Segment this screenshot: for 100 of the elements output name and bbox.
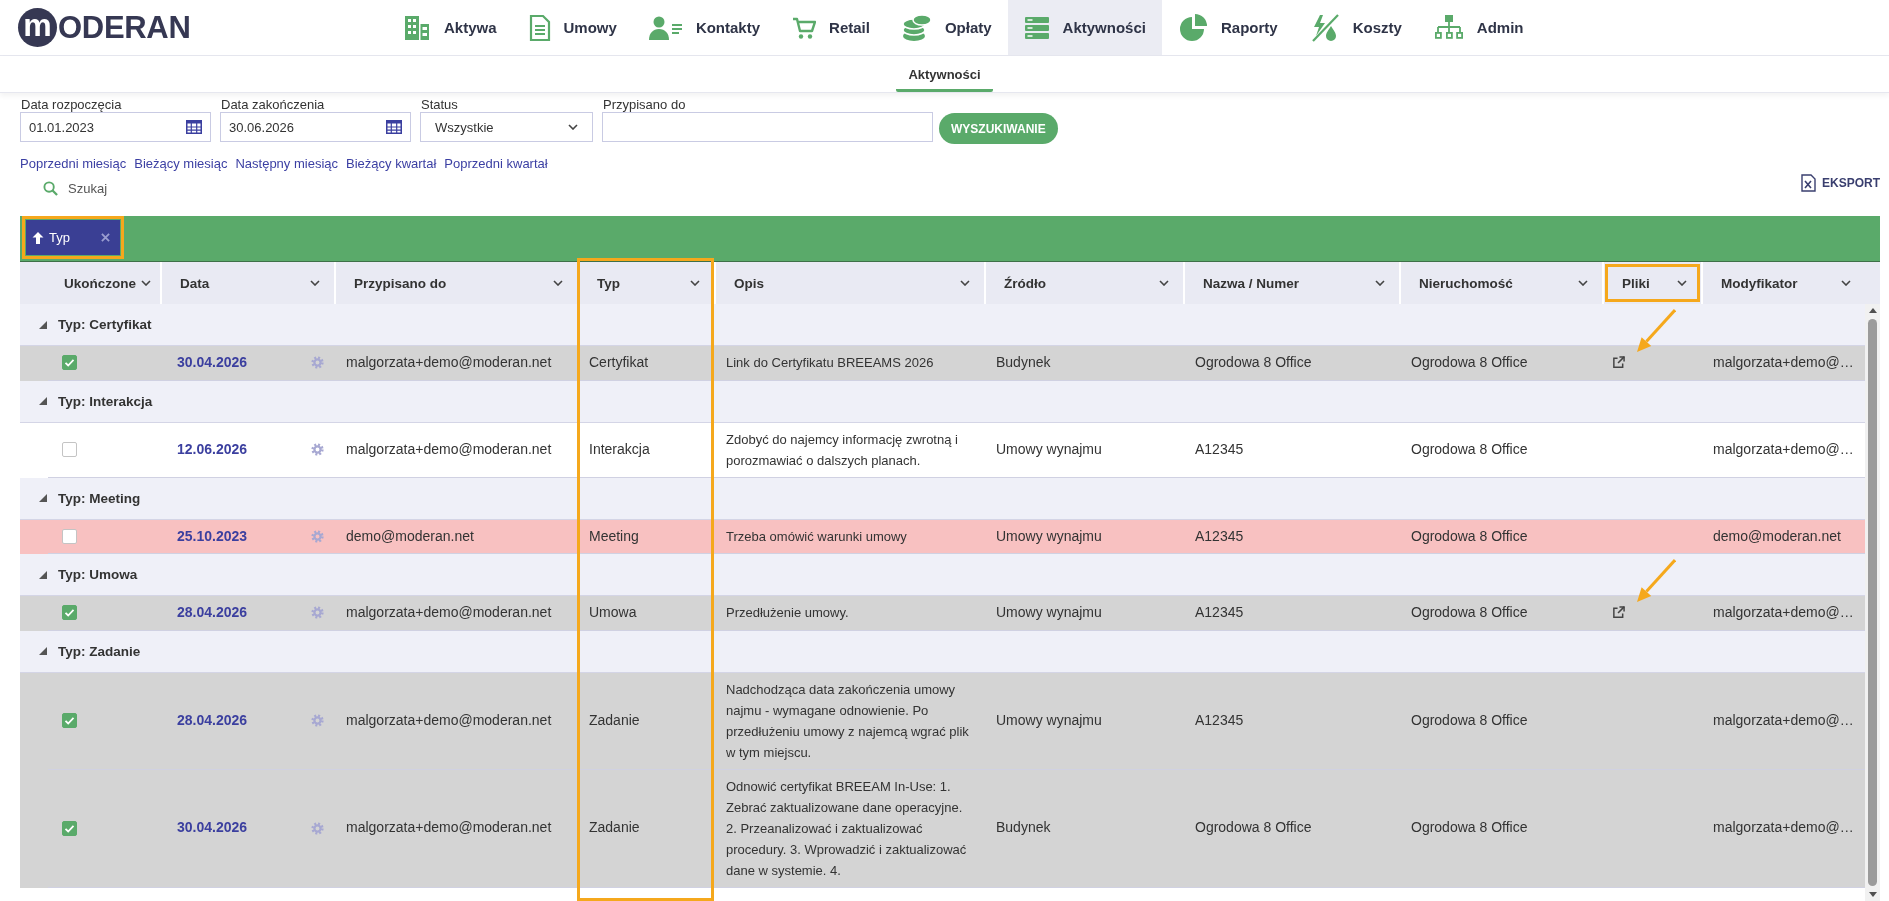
chevron-down-icon[interactable] [553, 280, 563, 286]
field-label: Data rozpoczęcia [20, 97, 123, 112]
expanded-triangle-icon[interactable] [39, 494, 47, 502]
table-cell: Ogrodowa 8 Office [1399, 769, 1602, 888]
quick-link[interactable]: Poprzedni kwartał [444, 156, 548, 171]
stacked-bars-icon [1023, 15, 1050, 40]
chevron-down-icon[interactable] [310, 280, 320, 286]
group-row[interactable]: Typ: Certyfikat [20, 304, 1865, 346]
chevron-down-icon[interactable] [1375, 280, 1385, 286]
sitemap-icon [1433, 13, 1464, 42]
external-link-icon[interactable] [1612, 606, 1625, 620]
nav-item[interactable]: Aktywności [1007, 0, 1162, 55]
chevron-down-icon[interactable] [690, 280, 700, 286]
table-cell: Umowy wynajmu [984, 596, 1183, 631]
nav-item[interactable]: Aktywa [387, 0, 513, 55]
input-field[interactable] [602, 112, 933, 142]
sub-nav-tab[interactable]: Aktywności [896, 56, 993, 92]
table-cell: A12345 [1183, 422, 1399, 478]
table-cell: malgorzata+demo@moderan.net [334, 422, 577, 478]
checkbox[interactable] [62, 605, 77, 621]
nav-item[interactable]: Umowy [512, 0, 633, 55]
group-row[interactable]: Typ: Meeting [20, 477, 1865, 520]
table-row[interactable]: 28.04.2026 malgorzata+demo@moderan.net Umowa Przedłużenie umowy. Umowy wynajmu A12345 Ogrodowa 8 Office malgorzata+demo@… [20, 596, 1865, 631]
table-cell: Ogrodowa 8 Office [1183, 346, 1399, 381]
table-row[interactable]: 30.04.2026 malgorzata+demo@moderan.net Certyfikat Link do Certyfikatu BREEAMS 2026 Budynek Ogrodowa 8 Office Ogrodowa 8 Office malgorzata+demo@… [20, 346, 1865, 381]
checkbox[interactable] [62, 820, 77, 836]
external-link-icon[interactable] [1612, 356, 1625, 370]
logo-mark: m [18, 8, 57, 47]
date-link[interactable]: 12.06.2026 [177, 438, 248, 461]
expanded-triangle-icon[interactable] [39, 647, 47, 655]
chevron-down-icon[interactable] [568, 124, 578, 130]
group-row[interactable]: Typ: Interakcja [20, 380, 1865, 423]
checkbox[interactable] [62, 528, 77, 544]
document-icon [528, 13, 551, 42]
table-cell: Budynek [984, 769, 1183, 888]
scroll-up-icon[interactable] [1868, 308, 1877, 313]
table-row[interactable] [20, 672, 1865, 770]
group-row[interactable]: Typ: Zadanie [20, 630, 1865, 673]
table-cell: Ogrodowa 8 Office [1399, 422, 1602, 478]
scrollbar-thumb[interactable] [1868, 319, 1877, 886]
quick-link[interactable]: Bieżący miesiąc [134, 156, 228, 171]
quick-link[interactable]: Bieżący kwartał [346, 156, 437, 171]
table-cell: Odnowić certyfikat BREEAM In-Use: 1. Zebrać zaktualizowane dane operacyjne. 2. Przeanalizować i zaktualizować procedury. 3. Wprowadzić i zaktualizować dane w systemie. 4. [714, 769, 984, 888]
calendar-icon[interactable] [186, 120, 202, 134]
nav-item[interactable]: Admin [1417, 0, 1540, 55]
table-cell: Umowy wynajmu [984, 422, 1183, 478]
date-field[interactable]: 30.06.2026 [220, 112, 411, 142]
search-link[interactable]: Szukaj [43, 180, 108, 196]
contacts-icon [648, 15, 683, 40]
group-row[interactable]: Typ: Umowa [20, 554, 1865, 596]
table-cell: Certyfikat [577, 346, 714, 381]
date-field[interactable]: 01.01.2023 [20, 112, 211, 142]
status-dropdown[interactable]: Wszystkie [420, 112, 593, 142]
table-cell: Ogrodowa 8 Office [1399, 672, 1602, 770]
scroll-down-icon[interactable] [1868, 892, 1877, 897]
field-label: Status [420, 97, 459, 112]
column-header[interactable]: Ukończone [48, 262, 160, 304]
date-link[interactable]: 30.04.2026 [177, 352, 248, 374]
nav-item[interactable]: Opłaty [885, 0, 1008, 55]
date-link[interactable]: 28.04.2026 [177, 709, 248, 732]
export-button[interactable]: EKSPORT [1801, 174, 1880, 192]
chevron-down-icon[interactable] [141, 280, 151, 286]
table-cell: Link do Certyfikatu BREEAMS 2026 [714, 346, 984, 381]
chevron-down-icon[interactable] [1841, 280, 1851, 286]
scrollbar[interactable] [1865, 304, 1880, 901]
lightning-drop-icon [1309, 12, 1340, 43]
nav-item[interactable]: Koszty [1293, 0, 1418, 55]
expanded-triangle-icon[interactable] [39, 570, 47, 579]
nav-item[interactable]: Kontakty [632, 0, 777, 55]
coins-icon [901, 13, 932, 42]
quick-link[interactable]: Następny miesiąc [235, 156, 339, 171]
chevron-down-icon[interactable] [1578, 280, 1588, 286]
pie-chart-icon [1177, 12, 1208, 43]
quick-link[interactable]: Poprzedni miesiąc [20, 156, 127, 171]
nav-item[interactable]: Raporty [1161, 0, 1294, 55]
chevron-down-icon[interactable] [960, 280, 970, 286]
field-label: Data zakończenia [220, 97, 326, 112]
checkbox[interactable] [62, 442, 77, 457]
expanded-triangle-icon[interactable] [39, 320, 47, 329]
expanded-triangle-icon[interactable] [39, 397, 47, 405]
date-link[interactable]: 28.04.2026 [177, 602, 248, 624]
chevron-down-icon[interactable] [1677, 280, 1687, 286]
checkbox[interactable] [62, 355, 77, 371]
chevron-down-icon[interactable] [1159, 280, 1169, 286]
date-link[interactable]: 30.04.2026 [177, 817, 248, 839]
date-link[interactable]: 25.10.2023 [177, 525, 248, 547]
checkbox[interactable] [62, 713, 77, 728]
calendar-icon[interactable] [386, 120, 402, 134]
table-cell: malgorzata+demo@moderan.net [334, 346, 577, 381]
nav-item[interactable]: Retail [776, 0, 886, 55]
group-label: Typ: Meeting [58, 490, 141, 506]
logo-text: ODERAN [58, 9, 191, 46]
spreadsheet-file-icon [1801, 174, 1816, 192]
table-cell: malgorzata+demo@moderan.net [334, 596, 577, 631]
group-chip[interactable]: Typ [26, 220, 120, 255]
table-row[interactable] [20, 769, 1865, 888]
building-icon [403, 13, 431, 42]
close-icon[interactable] [100, 233, 110, 242]
table-row[interactable]: 25.10.2023 demo@moderan.net Meeting Trzeba omówić warunki umowy Umowy wynajmu A12345 Ogrodowa 8 Office demo@moderan.net [20, 519, 1865, 554]
table-cell: Zdobyć do najemcy informację zwrotną i porozmawiać o dalszych planach. [714, 422, 984, 478]
